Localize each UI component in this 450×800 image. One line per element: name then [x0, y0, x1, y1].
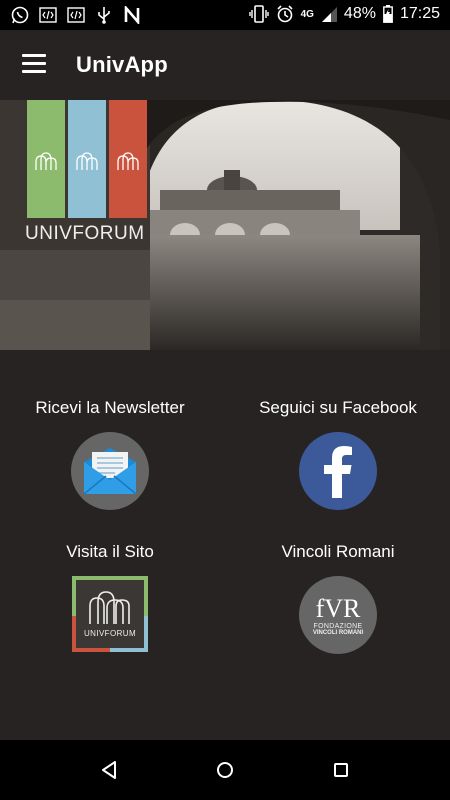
back-icon[interactable] — [97, 758, 121, 782]
code-icon — [38, 5, 58, 25]
code-icon — [66, 5, 86, 25]
vibrate-icon — [248, 5, 269, 23]
green-stripe — [27, 100, 65, 218]
navigation-bar — [0, 740, 450, 800]
blue-stripe — [68, 100, 106, 218]
app-title: UnivApp — [76, 52, 168, 77]
site-logo-text: UNIVFORUM — [83, 629, 137, 638]
vincoli-romani-tile[interactable]: Vincoli Romani fVR FONDAZIONE VINCOLI RO… — [228, 542, 448, 654]
website-label: Visita il Sito — [66, 542, 154, 561]
newsletter-label: Ricevi la Newsletter — [35, 398, 185, 417]
fvr-sub-name: VINCOLI ROMANI — [312, 629, 364, 636]
facebook-label: Seguici su Facebook — [259, 398, 417, 417]
website-tile[interactable]: Visita il Sito UNIVFORUM — [0, 542, 220, 652]
envelope-icon[interactable] — [71, 432, 149, 510]
univforum-brand: UNIVFORUM — [25, 100, 151, 250]
facebook-icon[interactable] — [299, 432, 377, 510]
battery-percent: 48% — [343, 5, 376, 22]
fvr-logo[interactable]: fVR FONDAZIONE VINCOLI ROMANI — [299, 576, 377, 654]
clock: 17:25 — [399, 5, 440, 22]
home-icon[interactable] — [213, 758, 237, 782]
status-bar: 4G 48% 17:25 — [0, 0, 450, 30]
brand-wordmark: UNIVFORUM — [25, 223, 145, 244]
n-app-icon — [122, 5, 142, 25]
facebook-tile[interactable]: Seguici su Facebook — [228, 398, 448, 510]
vincoli-romani-label: Vincoli Romani — [281, 542, 395, 561]
usb-icon — [94, 5, 114, 25]
network-type: 4G — [300, 8, 314, 20]
whatsapp-icon — [10, 5, 30, 25]
hamburger-menu-icon[interactable] — [22, 54, 48, 74]
fvr-mark: fVR — [315, 593, 361, 623]
signal-icon — [321, 7, 337, 22]
univforum-logo[interactable]: UNIVFORUM — [72, 576, 148, 652]
app-bar: UnivApp — [0, 30, 450, 100]
battery-icon — [383, 5, 393, 23]
fvr-sub-foundation: FONDAZIONE — [313, 622, 363, 630]
recents-icon[interactable] — [329, 758, 353, 782]
newsletter-tile[interactable]: Ricevi la Newsletter — [0, 398, 220, 510]
action-grid: Ricevi la Newsletter Seguici su Facebook… — [0, 350, 450, 740]
red-stripe — [109, 100, 147, 218]
alarm-icon — [277, 5, 293, 23]
